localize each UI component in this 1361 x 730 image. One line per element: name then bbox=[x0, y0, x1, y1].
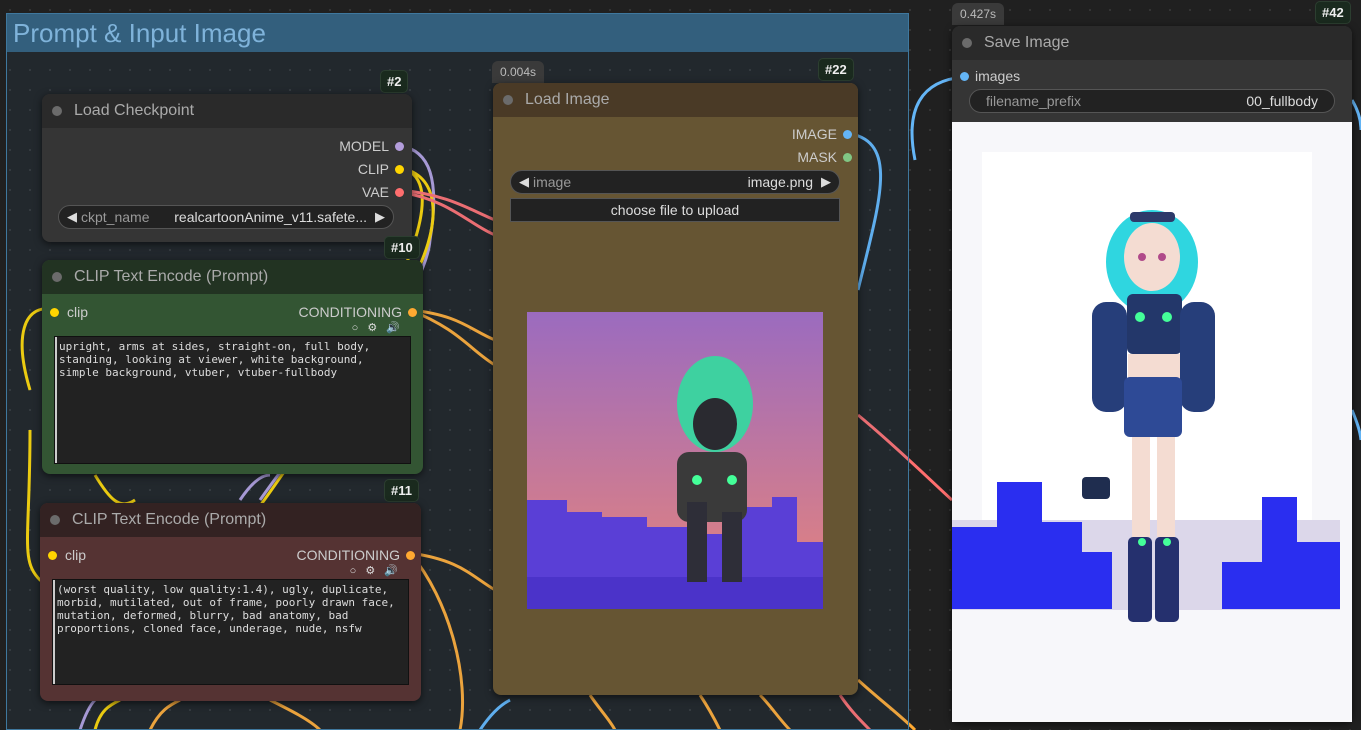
combo-right-arrow-icon[interactable]: ▶ bbox=[821, 174, 831, 190]
output-slot-conditioning[interactable]: CONDITIONING bbox=[297, 547, 415, 563]
node-id-badge: #42 bbox=[1315, 1, 1351, 24]
node-header[interactable]: Load Image bbox=[493, 83, 858, 117]
output-slot-vae[interactable]: VAE bbox=[362, 184, 404, 200]
image-socket-icon[interactable] bbox=[843, 129, 852, 139]
model-socket-icon[interactable] bbox=[395, 141, 404, 151]
output-slot-image[interactable]: IMAGE bbox=[792, 126, 852, 142]
combo-value: image.png bbox=[747, 174, 813, 190]
ckpt-name-combo[interactable]: ◀ ckpt_name realcartoonAnime_v11.safete.… bbox=[58, 205, 394, 229]
output-slot-conditioning[interactable]: CONDITIONING bbox=[299, 304, 417, 320]
image-socket-icon[interactable] bbox=[960, 71, 969, 81]
node-title: Save Image bbox=[984, 34, 1070, 51]
conditioning-socket-icon[interactable] bbox=[406, 550, 415, 560]
prompt-textarea[interactable]: (worst quality, low quality:1.4), ugly, … bbox=[52, 579, 409, 685]
output-slot-model[interactable]: MODEL bbox=[339, 138, 404, 154]
input-slot-clip[interactable]: clip bbox=[48, 547, 86, 563]
output-slot-clip[interactable]: CLIP bbox=[358, 161, 404, 177]
node-id-badge: #10 bbox=[384, 236, 420, 259]
collapse-dot-icon[interactable] bbox=[50, 515, 60, 525]
mask-socket-icon[interactable] bbox=[843, 152, 852, 162]
field-value: 00_fullbody bbox=[1246, 93, 1318, 109]
node-title: Load Checkpoint bbox=[74, 102, 195, 119]
conditioning-socket-icon[interactable] bbox=[408, 307, 417, 317]
input-slot-clip[interactable]: clip bbox=[50, 304, 88, 320]
node-clip-text-encode-positive[interactable]: CLIP Text Encode (Prompt) clip CONDITION… bbox=[42, 260, 423, 474]
slot-label: IMAGE bbox=[791, 126, 837, 142]
slot-label: CONDITIONING bbox=[296, 547, 400, 563]
slot-label: images bbox=[975, 68, 1021, 84]
node-id-badge: #22 bbox=[818, 58, 854, 81]
collapse-dot-icon[interactable] bbox=[52, 272, 62, 282]
widget-icons[interactable]: ○ ⚙ 🔊 bbox=[350, 564, 401, 577]
slot-label: CONDITIONING bbox=[298, 304, 402, 320]
combo-right-arrow-icon[interactable]: ▶ bbox=[375, 209, 385, 225]
slot-label: clip bbox=[67, 304, 89, 320]
clip-socket-icon[interactable] bbox=[50, 307, 59, 317]
slot-label: clip bbox=[65, 547, 87, 563]
collapse-dot-icon[interactable] bbox=[962, 38, 972, 48]
node-header[interactable]: Save Image bbox=[952, 26, 1352, 60]
node-title: Load Image bbox=[525, 91, 610, 108]
filename-prefix-field[interactable]: filename_prefix 00_fullbody bbox=[969, 89, 1335, 113]
collapse-dot-icon[interactable] bbox=[503, 95, 513, 105]
node-clip-text-encode-negative[interactable]: CLIP Text Encode (Prompt) clip CONDITION… bbox=[40, 503, 421, 701]
combo-value: realcartoonAnime_v11.safete... bbox=[174, 209, 367, 225]
widget-icons[interactable]: ○ ⚙ 🔊 bbox=[352, 321, 403, 334]
node-header[interactable]: CLIP Text Encode (Prompt) bbox=[42, 260, 423, 294]
node-title: CLIP Text Encode (Prompt) bbox=[72, 511, 267, 528]
input-slot-images[interactable]: images bbox=[960, 68, 1020, 84]
node-save-image[interactable]: Save Image images filename_prefix 00_ful… bbox=[952, 26, 1352, 722]
slot-label: MODEL bbox=[339, 138, 389, 154]
image-combo[interactable]: ◀ image image.png ▶ bbox=[510, 170, 840, 194]
output-image-preview bbox=[952, 122, 1352, 722]
clip-socket-icon[interactable] bbox=[395, 164, 404, 174]
combo-left-arrow-icon[interactable]: ◀ bbox=[519, 174, 529, 190]
combo-label: image bbox=[533, 174, 572, 190]
slot-label: VAE bbox=[362, 184, 389, 200]
node-timing: 0.427s bbox=[952, 3, 1005, 25]
slot-label: MASK bbox=[797, 149, 837, 165]
combo-left-arrow-icon[interactable]: ◀ bbox=[67, 209, 77, 225]
node-id-badge: #2 bbox=[380, 70, 409, 93]
node-title: CLIP Text Encode (Prompt) bbox=[74, 268, 269, 285]
group-title[interactable]: Prompt & Input Image bbox=[7, 14, 908, 52]
upload-button[interactable]: choose file to upload bbox=[510, 198, 840, 222]
combo-label: ckpt_name bbox=[81, 209, 150, 225]
node-header[interactable]: CLIP Text Encode (Prompt) bbox=[40, 503, 421, 537]
collapse-dot-icon[interactable] bbox=[52, 106, 62, 116]
node-id-badge: #11 bbox=[384, 479, 419, 502]
node-timing: 0.004s bbox=[492, 61, 545, 83]
slot-label: CLIP bbox=[357, 161, 389, 177]
field-label: filename_prefix bbox=[986, 93, 1081, 109]
vae-socket-icon[interactable] bbox=[395, 187, 404, 197]
loaded-image-preview bbox=[527, 312, 823, 609]
prompt-textarea[interactable]: upright, arms at sides, straight-on, ful… bbox=[54, 336, 411, 464]
node-header[interactable]: Load Checkpoint bbox=[42, 94, 412, 128]
output-slot-mask[interactable]: MASK bbox=[797, 149, 852, 165]
clip-socket-icon[interactable] bbox=[48, 550, 57, 560]
node-load-image[interactable]: Load Image IMAGE MASK ◀ image image.png … bbox=[493, 83, 858, 695]
node-load-checkpoint[interactable]: Load Checkpoint MODEL CLIP VAE ◀ ckpt_na… bbox=[42, 94, 412, 242]
